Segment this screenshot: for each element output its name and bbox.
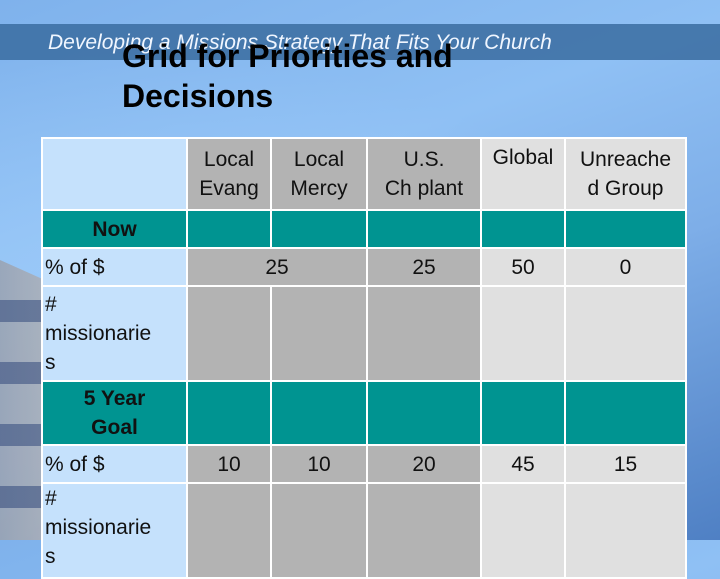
row-label-pct: % of $ xyxy=(41,444,188,484)
col-header-local-evang: Local Evang xyxy=(186,137,272,211)
cell-global: 50 xyxy=(480,247,566,287)
section-cell xyxy=(564,209,687,249)
section-cell xyxy=(270,380,368,446)
row-label-missionaries: # missionarie s xyxy=(41,285,188,382)
priorities-grid: Local Evang Local Mercy U.S. Ch plant Globa… xyxy=(41,137,687,579)
cell-global xyxy=(480,482,566,579)
cell-unreached: 0 xyxy=(564,247,687,287)
col-header-us-ch-plant: U.S. Ch plant xyxy=(366,137,482,211)
section-row-now: Now xyxy=(41,209,687,249)
cell-unreached xyxy=(564,482,687,579)
cell-local-mercy xyxy=(270,482,368,579)
cell-local-mercy xyxy=(270,285,368,382)
cell-us-ch-plant xyxy=(366,482,482,579)
section-cell xyxy=(270,209,368,249)
row-label-missionaries: # missionarie s xyxy=(41,482,188,579)
row-label-pct: % of $ xyxy=(41,247,188,287)
header-corner xyxy=(41,137,188,211)
section-cell xyxy=(480,209,566,249)
cell-global xyxy=(480,285,566,382)
table-row: % of $ 10 10 20 45 15 xyxy=(41,444,687,484)
section-label-5-year-goal: 5 Year Goal xyxy=(41,380,188,446)
cell-global: 45 xyxy=(480,444,566,484)
section-label-now: Now xyxy=(41,209,188,249)
cell-us-ch-plant: 25 xyxy=(366,247,482,287)
section-cell xyxy=(186,209,272,249)
cell-local-evang xyxy=(186,285,272,382)
section-cell xyxy=(480,380,566,446)
col-header-global: Global xyxy=(480,137,566,211)
cell-local-evang: 10 xyxy=(186,444,272,484)
table-row: % of $ 25 25 50 0 xyxy=(41,247,687,287)
cell-local-mercy: 10 xyxy=(270,444,368,484)
section-cell xyxy=(366,209,482,249)
col-header-unreached: Unreache d Group xyxy=(564,137,687,211)
table-row: # missionarie s xyxy=(41,482,687,579)
section-cell xyxy=(366,380,482,446)
cell-us-ch-plant xyxy=(366,285,482,382)
slide-title: Grid for Priorities and Decisions xyxy=(122,36,542,116)
section-cell xyxy=(186,380,272,446)
col-header-local-mercy: Local Mercy xyxy=(270,137,368,211)
title-line-1: Grid for Priorities and xyxy=(122,38,453,74)
section-row-5-year-goal: 5 Year Goal xyxy=(41,380,687,446)
section-cell xyxy=(564,380,687,446)
cell-unreached: 15 xyxy=(564,444,687,484)
cell-local-evang xyxy=(186,482,272,579)
table-row: # missionarie s xyxy=(41,285,687,382)
header-row: Local Evang Local Mercy U.S. Ch plant Globa… xyxy=(41,137,687,211)
cell-local-combined: 25 xyxy=(186,247,368,287)
title-line-2: Decisions xyxy=(122,78,274,114)
cell-us-ch-plant: 20 xyxy=(366,444,482,484)
cell-unreached xyxy=(564,285,687,382)
